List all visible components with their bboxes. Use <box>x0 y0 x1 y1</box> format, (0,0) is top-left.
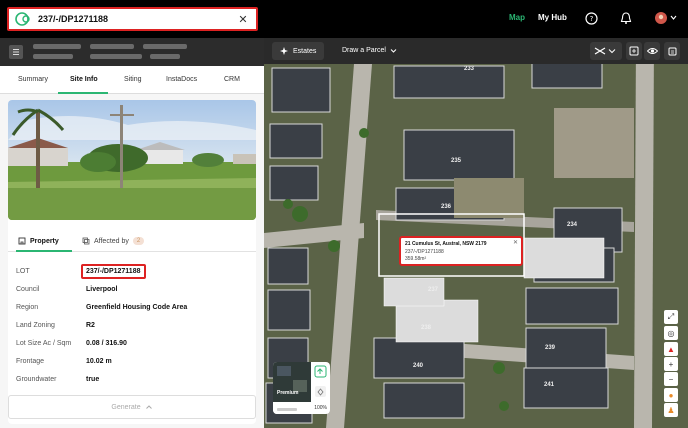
site-info-card: Property Affected by 2 LOT 237/-/DP12711… <box>8 100 256 424</box>
nav-my-hub[interactable]: My Hub <box>538 13 567 22</box>
panel-header <box>0 38 264 66</box>
lot-number-233: 233 <box>464 66 475 72</box>
panel-tabs: Summary Site Info Siting InstaDocs CRM <box>0 66 264 94</box>
field-value: Liverpool <box>86 286 118 293</box>
subtab-affected-by[interactable]: Affected by 2 <box>82 237 145 245</box>
search-input[interactable]: 237/-/DP1271188 <box>38 14 236 24</box>
close-popup-icon[interactable]: ✕ <box>513 239 518 246</box>
tab-instadocs[interactable]: InstaDocs <box>166 76 197 83</box>
popup-lot: 237/-/DP1271188 <box>405 249 444 255</box>
north-compass-icon[interactable]: ▲ <box>664 342 678 356</box>
lot-number-239: 239 <box>545 345 556 351</box>
field-value: 10.02 m <box>86 358 112 365</box>
lot-number-235: 235 <box>451 158 462 164</box>
satellite-icon <box>594 47 616 55</box>
field-row-council: Council Liverpool <box>16 282 248 298</box>
popup-address: 21 Cumulus St, Austral, NSW 2179 <box>405 241 487 247</box>
field-label: Region <box>16 304 39 311</box>
estates-label: Estates <box>293 47 317 55</box>
map-style-dropdown[interactable] <box>590 42 622 60</box>
lot-number-234: 234 <box>567 222 578 228</box>
subtab-affected-label: Affected by <box>94 237 129 245</box>
bookmark-icon[interactable] <box>664 42 680 60</box>
locate-icon[interactable]: ◎ <box>664 326 678 340</box>
site-panel: Summary Site Info Siting InstaDocs CRM P… <box>0 38 264 428</box>
panel-menu-button[interactable] <box>9 45 23 59</box>
generate-label: Generate <box>111 403 141 411</box>
nav-map[interactable]: Map <box>509 13 525 22</box>
popup-area: 359.58m² <box>405 256 427 262</box>
field-value: Greenfield Housing Code Area <box>86 304 188 311</box>
clear-search-icon[interactable]: ✕ <box>236 13 250 26</box>
chevron-up-icon <box>145 405 152 409</box>
fullscreen-icon[interactable]: ⤢ <box>664 310 678 324</box>
lot-number-240: 240 <box>413 363 424 369</box>
field-row-region: Region Greenfield Housing Code Area <box>16 300 248 316</box>
eye-icon[interactable] <box>644 42 660 60</box>
tab-site-info[interactable]: Site Info <box>70 76 98 83</box>
lot-number-236: 236 <box>441 204 452 210</box>
lot-number-237: 237 <box>428 287 439 293</box>
lot-number-241: 241 <box>544 382 555 388</box>
affected-count-badge: 2 <box>132 237 145 245</box>
field-label: Land Zoning <box>16 322 55 329</box>
generate-button[interactable]: Generate <box>8 395 256 419</box>
active-subtab-indicator <box>16 250 72 252</box>
brand-logo-icon <box>14 10 32 28</box>
map-toolbar: Estates Draw a Parcel <box>264 38 688 64</box>
field-value: true <box>86 376 100 383</box>
active-tab-indicator <box>58 92 108 94</box>
pegman-icon[interactable]: ♟ <box>664 403 678 417</box>
field-label: Lot Size Ac / Sqm <box>16 340 72 347</box>
map-type-selector[interactable]: Premium 100% <box>273 362 330 414</box>
subtab-property[interactable]: Property <box>18 237 59 245</box>
zoom-out-icon[interactable]: − <box>664 372 678 386</box>
building-icon <box>18 237 26 245</box>
layers-icon <box>82 237 90 245</box>
blurred-text <box>90 54 142 59</box>
parcel-popup[interactable]: 21 Cumulus St, Austral, NSW 2179 237/-/D… <box>399 236 523 266</box>
search-box[interactable]: 237/-/DP1271188 ✕ <box>7 7 258 31</box>
lot-number-238: 238 <box>421 325 432 331</box>
field-label: Frontage <box>16 358 45 365</box>
user-avatar[interactable] <box>654 10 678 26</box>
zoom-in-icon[interactable]: + <box>664 357 678 371</box>
lot-value-highlight[interactable]: 237/-/DP1271188 <box>81 264 146 279</box>
help-icon[interactable]: ? <box>583 10 599 26</box>
field-row-zoning: Land Zoning R2 <box>16 318 248 334</box>
field-label: Groundwater <box>16 376 57 383</box>
draw-parcel-dropdown[interactable]: Draw a Parcel <box>342 47 397 54</box>
blurred-text <box>150 54 180 59</box>
field-label: LOT <box>16 268 30 275</box>
blurred-text <box>33 44 81 49</box>
field-row-lot: LOT 237/-/DP1271188 <box>16 264 248 280</box>
tab-crm[interactable]: CRM <box>224 76 240 83</box>
property-subtabs: Property Affected by 2 <box>8 230 256 252</box>
field-label: Council <box>16 286 40 293</box>
chevron-down-icon <box>390 49 397 53</box>
top-bar: 237/-/DP1271188 ✕ Map My Hub ? <box>0 0 688 38</box>
street-view-icon[interactable]: ● <box>664 388 678 402</box>
field-row-groundwater: Groundwater true <box>16 372 248 388</box>
map-type-label: Premium <box>277 390 299 396</box>
blurred-text <box>143 44 187 49</box>
bell-icon[interactable] <box>618 10 634 26</box>
svg-text:?: ? <box>589 15 593 23</box>
tab-summary[interactable]: Summary <box>18 76 48 83</box>
street-view-photo[interactable] <box>8 100 256 220</box>
opacity-percent: 100% <box>314 405 327 411</box>
field-value: R2 <box>86 322 95 329</box>
compass-icon <box>280 47 288 55</box>
field-row-lot-size: Lot Size Ac / Sqm 0.08 / 316.90 <box>16 336 248 352</box>
field-value: 0.08 / 316.90 <box>86 340 127 347</box>
blurred-text <box>33 54 73 59</box>
field-row-frontage: Frontage 10.02 m <box>16 354 248 370</box>
draw-parcel-label: Draw a Parcel <box>342 47 386 54</box>
layers-toggle-icon[interactable] <box>626 42 642 60</box>
subtab-property-label: Property <box>30 237 59 245</box>
tab-siting[interactable]: Siting <box>124 76 142 83</box>
blurred-text <box>90 44 134 49</box>
estates-button[interactable]: Estates <box>272 42 325 60</box>
